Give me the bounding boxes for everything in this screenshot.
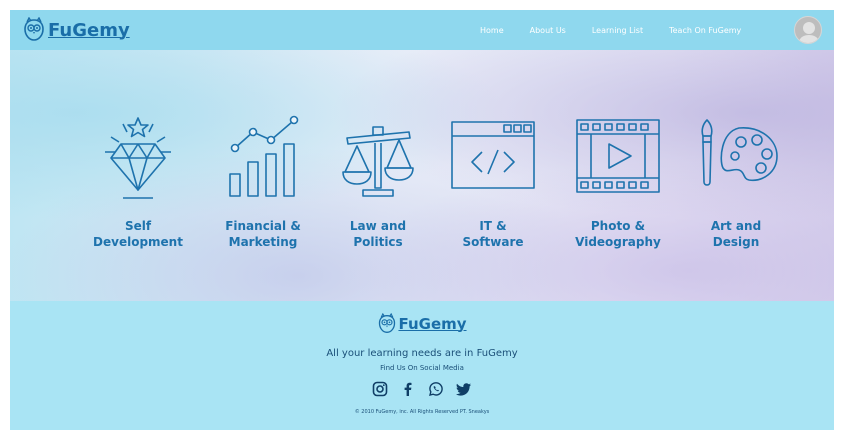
navbar: FuGemy Home About Us Learning List Teach… <box>10 10 834 50</box>
film-play-icon <box>576 119 660 193</box>
category-label: Art and Design <box>710 219 762 249</box>
page: FuGemy Home About Us Learning List Teach… <box>10 10 834 430</box>
category-label: IT & Software <box>462 219 524 249</box>
diamond-star-icon <box>105 117 171 199</box>
category-it-software[interactable]: IT & Software <box>438 110 548 260</box>
growth-chart-icon <box>229 115 299 197</box>
category-financial-marketing[interactable]: Financial & Marketing <box>208 110 318 260</box>
twitter-link[interactable] <box>456 381 472 397</box>
category-law-politics[interactable]: Law and Politics <box>323 110 433 260</box>
whatsapp-icon <box>429 382 443 396</box>
category-label: Self Development <box>93 219 183 249</box>
palette-brush-icon <box>701 119 778 186</box>
category-art-design[interactable]: Art and Design <box>681 110 791 260</box>
brand-name: FuGemy <box>48 19 130 41</box>
footer: FuGemy All your learning needs are in Fu… <box>10 301 834 430</box>
whatsapp-link[interactable] <box>428 381 444 397</box>
nav-teach-on-fugemy[interactable]: Teach On FuGemy <box>669 26 741 35</box>
footer-brand-name: FuGemy <box>398 315 467 333</box>
user-icon <box>798 22 820 43</box>
footer-brand-logo[interactable]: FuGemy <box>10 311 834 337</box>
category-photo-videography[interactable]: Photo & Videography <box>563 110 673 260</box>
scales-icon <box>342 126 414 197</box>
nav-menu: Home About Us Learning List Teach On FuG… <box>480 10 767 50</box>
category-label: Law and Politics <box>349 219 407 249</box>
social-links <box>10 381 834 397</box>
twitter-icon <box>456 383 471 396</box>
facebook-icon <box>404 382 412 396</box>
user-avatar[interactable] <box>794 16 822 44</box>
footer-tagline: All your learning needs are in FuGemy <box>326 348 518 359</box>
owl-logo-icon <box>379 313 396 334</box>
category-label: Financial & Marketing <box>225 219 301 249</box>
nav-learning-list[interactable]: Learning List <box>592 26 643 35</box>
brand-logo[interactable]: FuGemy <box>22 14 130 46</box>
copyright-text: © 2010 FuGemy, inc. All Rights Reserved … <box>354 409 490 415</box>
category-label: Photo & Videography <box>575 219 661 249</box>
instagram-icon <box>372 381 388 397</box>
nav-about-us[interactable]: About Us <box>530 26 566 35</box>
facebook-link[interactable] <box>400 381 416 397</box>
category-hero: Self Development Financial & Marketing L… <box>10 50 834 301</box>
footer-find-us: Find Us On Social Media <box>380 364 464 372</box>
code-window-icon <box>451 121 535 189</box>
instagram-link[interactable] <box>372 381 388 397</box>
category-self-development[interactable]: Self Development <box>83 110 193 260</box>
nav-home[interactable]: Home <box>480 26 504 35</box>
owl-logo-icon <box>24 17 44 41</box>
